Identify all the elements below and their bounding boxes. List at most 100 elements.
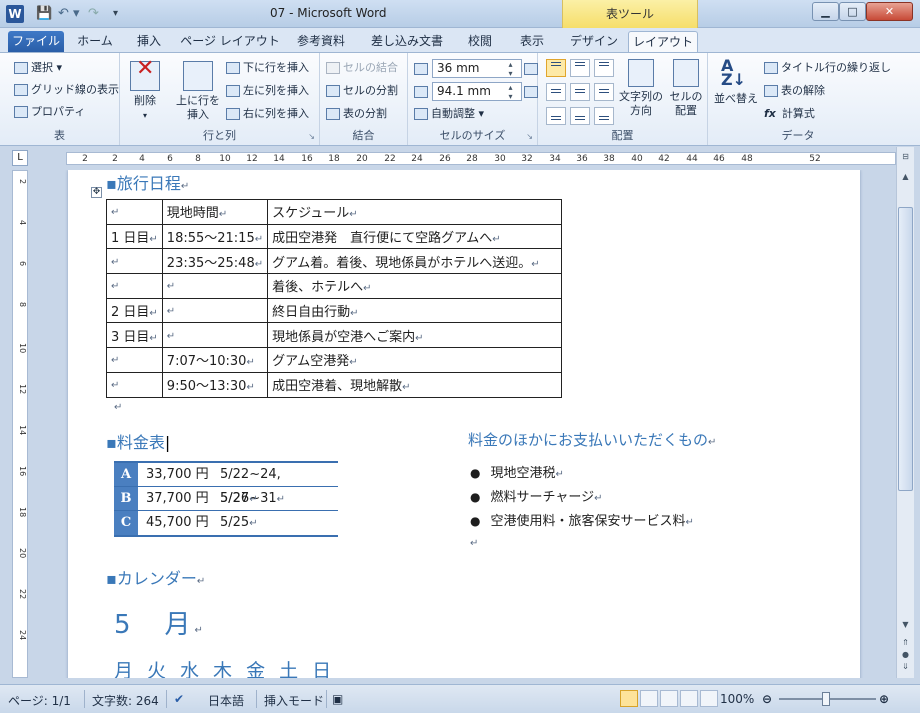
table-cell[interactable]: ↵ <box>106 248 163 275</box>
full-screen-reading-icon[interactable] <box>640 690 658 707</box>
proofing-icon[interactable]: ✔ <box>174 692 184 706</box>
table-cell[interactable]: ↵ <box>106 199 163 225</box>
gridlines-button[interactable]: グリッド線の表示 <box>14 83 119 97</box>
autofit-button[interactable]: 自動調整 ▾ <box>414 107 484 121</box>
minimize-button[interactable]: ▁ <box>812 2 839 21</box>
word-count[interactable]: 文字数: 264 <box>92 692 159 709</box>
print-layout-view-icon[interactable] <box>620 690 638 707</box>
price-row[interactable]: C 45,700 円 5/25↵ <box>114 511 338 535</box>
row-height-input[interactable]: 36 mm <box>432 59 522 78</box>
align-center-right-icon[interactable] <box>594 83 614 101</box>
language[interactable]: 日本語 <box>208 692 244 709</box>
table-cell[interactable]: 終日自由行動↵ <box>267 297 563 324</box>
scroll-down-icon[interactable]: ▼ <box>898 617 913 632</box>
table-cell[interactable]: ↵ <box>106 371 163 398</box>
scrollbar-thumb[interactable] <box>898 207 913 491</box>
text-direction-button[interactable]: 文字列の 方向 <box>616 59 666 118</box>
tab-review[interactable]: 校閲 <box>458 31 502 52</box>
table-cell[interactable]: スケジュール↵ <box>267 199 563 225</box>
schedule-table[interactable]: ↵ 現地時間↵ スケジュール↵ 1 日目↵ 18:55～21:15↵ 成田空港発 直行便に… <box>106 199 563 398</box>
web-layout-icon[interactable] <box>660 690 678 707</box>
convert-to-text-button[interactable]: 表の解除 <box>764 84 825 98</box>
dialog-launcher-icon[interactable]: ↘ <box>308 132 315 141</box>
table-cell[interactable]: 成田空港発 直行便にて空路グアムへ↵ <box>267 223 563 250</box>
ruler-toggle-icon[interactable]: ⊟ <box>898 149 913 164</box>
tab-insert[interactable]: 挿入 <box>126 31 172 52</box>
tab-home[interactable]: ホーム <box>70 31 120 52</box>
table-cell[interactable]: ↵ <box>161 273 269 299</box>
table-cell[interactable]: 現地係員が空港へご案内↵ <box>267 322 563 349</box>
insert-right-button[interactable]: 右に列を挿入 <box>226 107 309 121</box>
insert-mode[interactable]: 挿入モード <box>264 692 324 709</box>
split-table-button[interactable]: 表の分割 <box>326 107 387 121</box>
tab-page-layout[interactable]: ページ レイアウト <box>180 31 280 52</box>
sort-button[interactable]: A Z↓ 並べ替え <box>712 58 760 106</box>
price-row[interactable]: A 33,700 円 5/22~24, 5/27~31↵ <box>114 463 338 506</box>
delete-button[interactable]: 削除▾ <box>126 61 164 123</box>
table-cell[interactable]: 現地時間↵ <box>161 199 269 225</box>
maximize-button[interactable]: □ <box>839 2 866 21</box>
zoom-in-icon[interactable]: ⊕ <box>879 692 889 706</box>
price-row[interactable]: B 37,700 円 5/26↵ <box>114 487 338 511</box>
align-center-left-icon[interactable] <box>546 83 566 101</box>
tab-layout[interactable]: レイアウト <box>628 31 698 52</box>
scroll-up-icon[interactable]: ▲ <box>898 169 913 184</box>
table-cell[interactable]: 3 日目↵ <box>106 322 163 349</box>
table-cell[interactable]: ↵ <box>106 347 163 373</box>
table-cell[interactable]: ↵ <box>161 322 269 349</box>
cell-margins-button[interactable]: セルの 配置 <box>666 59 706 118</box>
split-cells-button[interactable]: セルの分割 <box>326 84 398 98</box>
vertical-scrollbar[interactable]: ⊟ ▲ ▼ ⇑ ● ⇓ <box>896 147 914 678</box>
ruler-strip[interactable]: 2 2 4 6 8 10 12 14 16 18 20 22 24 26 28 30 32 34 36 38 40 42 4… <box>66 152 896 165</box>
horizontal-ruler[interactable]: L 2 2 4 6 8 10 12 14 16 18 20 22 24 26 28 30 32 34 36 38 40 4… <box>0 147 920 169</box>
outline-view-icon[interactable] <box>680 690 698 707</box>
tab-file[interactable]: ファイル <box>8 31 64 52</box>
price-table[interactable]: A 33,700 円 5/22~24, 5/27~31↵ B 37,700 円 5/26↵… <box>114 461 338 537</box>
table-cell[interactable]: グアム空港発↵ <box>267 347 563 373</box>
close-button[interactable]: ✕ <box>866 2 913 21</box>
align-top-center-icon[interactable] <box>570 59 590 77</box>
select-button[interactable]: 選択 ▾ <box>14 61 62 75</box>
table-cell[interactable]: 23:35～25:48↵ <box>161 248 269 275</box>
insert-left-button[interactable]: 左に列を挿入 <box>226 84 309 98</box>
column-width-input[interactable]: 94.1 mm <box>432 82 522 101</box>
table-cell[interactable]: 7:07～10:30↵ <box>161 347 269 373</box>
formula-button[interactable]: fx 計算式 <box>764 107 815 121</box>
align-bottom-left-icon[interactable] <box>546 107 566 125</box>
zoom-level[interactable]: 100% <box>720 692 754 706</box>
save-icon[interactable]: 💾 <box>36 5 52 23</box>
align-top-left-icon[interactable] <box>546 59 566 77</box>
page-count[interactable]: ページ: 1/1 <box>8 692 71 709</box>
tab-view[interactable]: 表示 <box>508 31 556 52</box>
table-cell[interactable]: 成田空港着、現地解散↵ <box>267 371 563 398</box>
tab-design[interactable]: デザイン <box>565 31 623 52</box>
insert-below-button[interactable]: 下に行を挿入 <box>226 61 309 75</box>
repeat-header-rows-button[interactable]: タイトル行の繰り返し <box>764 61 891 75</box>
word-app-icon[interactable]: W <box>6 5 24 23</box>
zoom-out-icon[interactable]: ⊖ <box>762 692 772 706</box>
tab-references[interactable]: 参考資料 <box>287 31 355 52</box>
table-cell[interactable]: 2 日目↵ <box>106 297 163 324</box>
merge-cells-button[interactable]: セルの結合 <box>326 61 398 75</box>
undo-icon[interactable]: ↶ ▾ <box>58 5 80 23</box>
draft-view-icon[interactable] <box>700 690 718 707</box>
align-top-right-icon[interactable] <box>594 59 614 77</box>
table-cell[interactable]: 18:55～21:15↵ <box>161 223 269 250</box>
distribute-columns-icon[interactable] <box>524 86 538 98</box>
table-cell[interactable]: 9:50～13:30↵ <box>161 371 269 398</box>
page[interactable]: ▪旅行日程↵ ✥ ↵ 現地時間↵ スケジュール↵ 1 日目↵ 18:55～21:15↵ 成… <box>68 170 860 678</box>
customize-qat-icon[interactable]: ▾ <box>113 5 118 23</box>
table-cell[interactable]: 着後、ホテルへ↵ <box>267 273 563 299</box>
align-center-icon[interactable] <box>570 83 590 101</box>
zoom-slider-thumb[interactable] <box>822 692 830 706</box>
table-cell[interactable]: 1 日目↵ <box>106 223 163 250</box>
table-cell[interactable]: グアム着。着後、現地係員がホテルへ送迎。↵ <box>267 248 563 275</box>
macro-record-icon[interactable]: ▣ <box>332 692 343 706</box>
distribute-rows-icon[interactable] <box>524 63 538 75</box>
table-cell[interactable]: ↵ <box>161 297 269 324</box>
align-bottom-center-icon[interactable] <box>570 107 590 125</box>
table-move-handle[interactable]: ✥ <box>91 187 102 198</box>
tab-selector[interactable]: L <box>12 150 28 166</box>
redo-icon[interactable]: ↷ <box>88 5 99 23</box>
next-page-icon[interactable]: ⇓ <box>898 659 913 674</box>
